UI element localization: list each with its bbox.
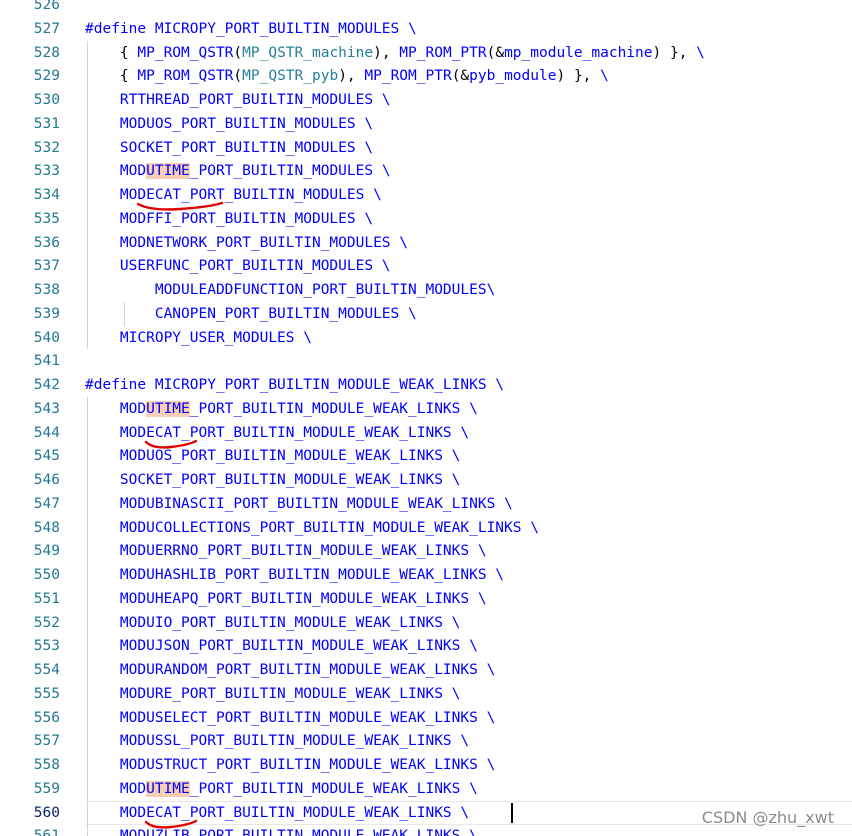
line-number: 547 xyxy=(33,495,60,512)
line-number: 529 xyxy=(33,68,60,85)
line-number: 534 xyxy=(33,187,60,203)
code-line[interactable]: MODUTIME_PORT_BUILTIN_MODULES \ xyxy=(85,159,391,183)
line-number: 527 xyxy=(33,20,60,37)
line-number: 555 xyxy=(33,685,60,702)
code-line[interactable]: MODUJSON_PORT_BUILTIN_MODULE_WEAK_LINKS … xyxy=(85,634,478,658)
code-line[interactable]: #define MICROPY_PORT_BUILTIN_MODULE_WEAK… xyxy=(85,373,504,397)
indent-guide xyxy=(87,396,88,836)
code-line[interactable]: CANOPEN_PORT_BUILTIN_MODULES \ xyxy=(85,302,417,326)
code-line[interactable]: MODUBINASCII_PORT_BUILTIN_MODULE_WEAK_LI… xyxy=(85,492,513,516)
line-number: 552 xyxy=(33,614,60,631)
code-line[interactable]: SOCKET_PORT_BUILTIN_MODULE_WEAK_LINKS \ xyxy=(85,468,460,492)
line-number: 548 xyxy=(33,519,60,536)
line-number: 537 xyxy=(33,258,60,275)
line-number: 545 xyxy=(33,448,60,465)
code-line[interactable]: MODURE_PORT_BUILTIN_MODULE_WEAK_LINKS \ xyxy=(85,682,460,706)
line-number: 536 xyxy=(33,234,60,251)
line-number: 532 xyxy=(33,139,60,156)
line-number: 544 xyxy=(33,424,60,441)
code-line[interactable]: MODULEADDFUNCTION_PORT_BUILTIN_MODULES\ xyxy=(85,278,495,302)
watermark: CSDN @zhu_xwt xyxy=(701,808,834,827)
line-number: 546 xyxy=(33,472,60,488)
line-number: 535 xyxy=(33,210,60,227)
line-number: 533 xyxy=(33,163,60,180)
line-number: 540 xyxy=(33,329,60,346)
line-number: 560 xyxy=(33,804,60,821)
line-number: 557 xyxy=(33,733,60,750)
line-number: 554 xyxy=(33,662,60,678)
line-number: 551 xyxy=(33,590,60,607)
code-line[interactable]: MODUTIME_PORT_BUILTIN_MODULE_WEAK_LINKS … xyxy=(85,777,478,801)
line-number: 550 xyxy=(33,567,60,583)
line-number: 528 xyxy=(33,44,60,61)
red-underline-annotation xyxy=(144,439,198,449)
code-line[interactable]: MODUOS_PORT_BUILTIN_MODULES \ xyxy=(85,112,373,136)
code-line[interactable]: USERFUNC_PORT_BUILTIN_MODULES \ xyxy=(85,254,391,278)
code-line[interactable]: MODUHASHLIB_PORT_BUILTIN_MODULE_WEAK_LIN… xyxy=(85,563,504,587)
code-line[interactable]: MODUSSL_PORT_BUILTIN_MODULE_WEAK_LINKS \ xyxy=(85,729,469,753)
code-line[interactable]: MODUERRNO_PORT_BUILTIN_MODULE_WEAK_LINKS… xyxy=(85,539,487,563)
indent-guide xyxy=(124,301,125,326)
code-editor[interactable]: 526 527 528 529 530 531 532 533 534 535 536 537 538 5… xyxy=(0,0,852,836)
code-line[interactable]: { MP_ROM_QSTR(MP_QSTR_pyb), MP_ROM_PTR(&… xyxy=(85,64,609,88)
code-line[interactable]: MODURANDOM_PORT_BUILTIN_MODULE_WEAK_LINK… xyxy=(85,658,495,682)
code-line[interactable]: MODNETWORK_PORT_BUILTIN_MODULES \ xyxy=(85,231,408,255)
line-number: 558 xyxy=(33,757,60,773)
line-number: 541 xyxy=(33,353,60,370)
code-line[interactable]: MODUTIME_PORT_BUILTIN_MODULE_WEAK_LINKS … xyxy=(85,397,478,421)
code-line[interactable]: { MP_ROM_QSTR(MP_QSTR_machine), MP_ROM_P… xyxy=(85,41,705,65)
line-number: 553 xyxy=(33,638,60,655)
line-number: 538 xyxy=(33,282,60,298)
code-line[interactable]: MODUIO_PORT_BUILTIN_MODULE_WEAK_LINKS \ xyxy=(85,611,460,635)
line-number: 543 xyxy=(33,400,60,417)
line-number: 530 xyxy=(33,92,60,108)
code-line[interactable]: MODUCOLLECTIONS_PORT_BUILTIN_MODULE_WEAK… xyxy=(85,516,539,540)
line-number: 531 xyxy=(33,115,60,132)
line-number: 549 xyxy=(33,543,60,560)
line-number: 526 xyxy=(33,0,60,13)
line-number: 542 xyxy=(33,377,60,393)
line-number: 539 xyxy=(33,305,60,322)
line-number: 561 xyxy=(0,824,60,836)
line-number: 556 xyxy=(33,709,60,726)
code-line[interactable]: SOCKET_PORT_BUILTIN_MODULES \ xyxy=(85,136,373,160)
code-line[interactable]: MICROPY_USER_MODULES \ xyxy=(85,326,312,350)
code-line[interactable]: MODUSTRUCT_PORT_BUILTIN_MODULE_WEAK_LINK… xyxy=(85,753,495,777)
red-underline-annotation xyxy=(136,201,224,211)
code-line[interactable]: RTTHREAD_PORT_BUILTIN_MODULES \ xyxy=(85,88,391,112)
code-line[interactable]: #define MICROPY_PORT_BUILTIN_MODULES \ xyxy=(85,17,417,41)
red-underline-annotation xyxy=(144,819,198,829)
indent-guide xyxy=(87,40,88,350)
text-cursor xyxy=(511,802,514,823)
code-line[interactable]: MODUHEAPQ_PORT_BUILTIN_MODULE_WEAK_LINKS… xyxy=(85,587,487,611)
line-number: 559 xyxy=(33,780,60,797)
code-line[interactable]: MODUSELECT_PORT_BUILTIN_MODULE_WEAK_LINK… xyxy=(85,706,495,730)
